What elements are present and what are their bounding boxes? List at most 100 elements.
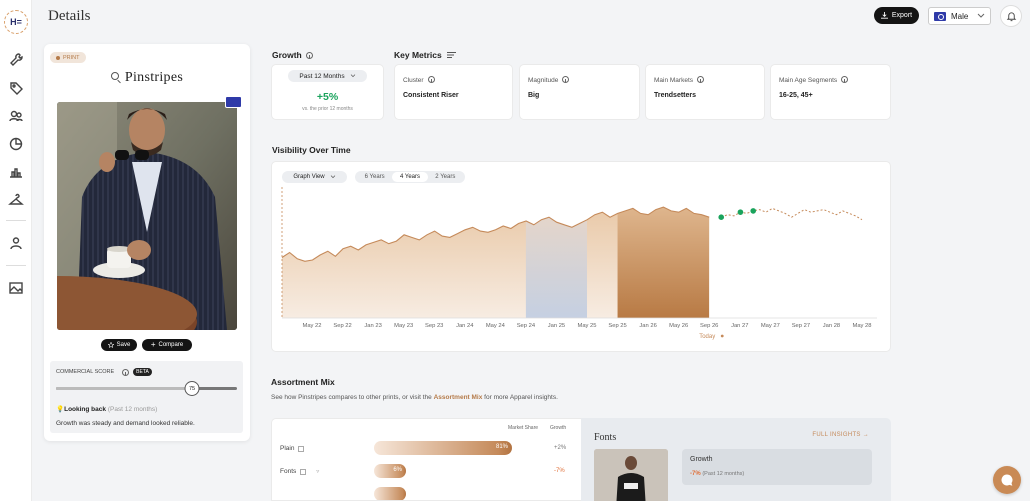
- chat-icon: [1001, 474, 1013, 486]
- assortment-row-plain[interactable]: Plain: [280, 445, 305, 452]
- info-icon[interactable]: [305, 52, 313, 59]
- assortment-row-fonts[interactable]: Fonts ▿: [280, 468, 319, 475]
- tag-icon[interactable]: [8, 80, 24, 96]
- region-flag-icon: [934, 11, 946, 21]
- visibility-title: Visibility Over Time: [272, 145, 351, 155]
- forecast-point: [750, 208, 757, 214]
- x-tick-label: Jan 28: [823, 323, 840, 329]
- x-tick-label: Jan 25: [548, 323, 565, 329]
- x-tick-label: Sep 27: [792, 323, 810, 329]
- info-icon[interactable]: [427, 76, 435, 83]
- image-gallery-icon[interactable]: [8, 280, 24, 296]
- x-tick-label: Sep 22: [333, 323, 351, 329]
- key-metrics-title: Key Metrics: [394, 50, 457, 60]
- chat-button[interactable]: [993, 466, 1021, 494]
- gender-value: Male: [951, 11, 969, 21]
- visibility-chart: May 22 Sep 22 Jan 23 May 23 Sep 23 Jan 24 May …: [281, 187, 877, 340]
- info-icon[interactable]: [841, 76, 849, 83]
- growth-period-select[interactable]: Past 12 Months: [288, 70, 367, 82]
- fonts-panel: Fonts FULL INSIGHTS → Growth -7% (Past 1…: [581, 418, 891, 501]
- growth-subtext: vs. the prior 12 months: [302, 106, 353, 112]
- chevron-down-icon: [977, 13, 985, 18]
- x-tick-label: May 26: [669, 323, 688, 329]
- x-tick-label: May 23: [394, 323, 413, 329]
- list-icon[interactable]: [447, 52, 457, 58]
- export-label: Export: [891, 12, 913, 19]
- market-share-bar: [374, 487, 406, 500]
- compare-button[interactable]: + Compare: [142, 339, 192, 351]
- fonts-growth-card: Growth -7% (Past 12 months): [682, 449, 872, 485]
- x-tick-label: Sep 26: [700, 323, 718, 329]
- wrench-icon[interactable]: [8, 52, 24, 68]
- assortment-mix-link[interactable]: Assortment Mix: [434, 394, 483, 401]
- save-button[interactable]: Save: [101, 339, 137, 351]
- save-label: Save: [116, 342, 131, 348]
- assortment-table: Market Share Growth Plain 81% +2% Fonts ▿…: [271, 418, 581, 501]
- market-share-bar: 81%: [374, 441, 512, 455]
- plus-icon: +: [150, 340, 156, 349]
- assortment-title: Assortment Mix: [271, 377, 335, 387]
- print-badge: PRINT: [50, 52, 86, 63]
- forecast-point: [737, 209, 744, 215]
- external-link-icon[interactable]: [298, 445, 305, 452]
- x-tick-label: May 27: [761, 323, 780, 329]
- info-icon[interactable]: [697, 76, 705, 83]
- fonts-growth-label: Growth: [690, 456, 713, 463]
- full-insights-link[interactable]: FULL INSIGHTS →: [812, 432, 869, 438]
- assortment-description: See how Pinstripes compares to other pri…: [271, 394, 558, 401]
- x-tick-label: Jan 26: [639, 323, 656, 329]
- export-button[interactable]: Export: [874, 7, 919, 24]
- chevron-down-icon[interactable]: ▿: [316, 468, 319, 475]
- fonts-image: [594, 449, 668, 501]
- user-icon[interactable]: [8, 235, 24, 251]
- commercial-score-fill: [56, 387, 192, 390]
- side-nav: H=: [0, 0, 32, 501]
- chevron-down-icon: [350, 74, 355, 78]
- fonts-growth-value: -7% (Past 12 months): [690, 471, 745, 477]
- brand-logo-icon[interactable]: H=: [4, 10, 28, 34]
- growth-value: -7%: [554, 468, 565, 474]
- forecast-point: [718, 214, 725, 220]
- metric-card-magnitude: Magnitude Big: [519, 64, 640, 120]
- globe-badge-icon[interactable]: [225, 96, 242, 108]
- bar-chart-icon[interactable]: [8, 164, 24, 180]
- highlight-range-2: [617, 207, 710, 318]
- growth-title: Growth: [272, 50, 313, 60]
- metric-value: Consistent Riser: [403, 92, 459, 99]
- growth-value: +5%: [316, 91, 339, 103]
- col-market-share: Market Share: [508, 425, 539, 431]
- pie-chart-icon[interactable]: [8, 136, 24, 152]
- x-tick-label: May 22: [302, 323, 321, 329]
- growth-card: Past 12 Months +5% vs. the prior 12 mont…: [271, 64, 384, 120]
- info-icon[interactable]: [122, 368, 130, 376]
- external-link-icon[interactable]: [300, 468, 307, 475]
- fonts-title: Fonts: [594, 432, 617, 443]
- x-tick-label: Sep 24: [517, 323, 536, 329]
- commercial-score-label: COMMERCIAL SCORE BETA: [56, 368, 152, 376]
- notifications-button[interactable]: [1000, 5, 1022, 27]
- x-tick-label: May 25: [577, 323, 596, 329]
- today-marker: [720, 334, 724, 338]
- print-title: Pinstripes: [44, 70, 250, 86]
- metric-card-cluster: Cluster Consistent Riser: [394, 64, 513, 120]
- x-tick-label: Jan 23: [364, 323, 381, 329]
- commercial-score-track: 75: [56, 381, 237, 396]
- looking-back-title: 💡Looking back (Past 12 months): [56, 406, 158, 413]
- users-icon[interactable]: [8, 108, 24, 124]
- market-share-bar: 6%: [374, 464, 406, 478]
- download-icon: [880, 12, 888, 19]
- search-icon[interactable]: [110, 72, 119, 80]
- x-tick-label: May 28: [852, 323, 871, 329]
- beta-badge: BETA: [133, 368, 152, 376]
- commercial-score-panel: COMMERCIAL SCORE BETA 75 💡Looking back (…: [50, 361, 243, 433]
- growth-value: +2%: [554, 445, 567, 451]
- hanger-icon[interactable]: [8, 192, 24, 208]
- lightbulb-icon: 💡: [56, 406, 65, 413]
- metric-card-age-segments: Main Age Segments 16-25, 45+: [770, 64, 891, 120]
- commercial-score-knob[interactable]: 75: [184, 381, 200, 396]
- gender-select[interactable]: Male: [928, 7, 991, 25]
- bell-icon: [1006, 11, 1016, 21]
- x-tick-label: Sep 23: [425, 323, 443, 329]
- x-tick-label: Jan 24: [456, 323, 474, 329]
- info-icon[interactable]: [562, 76, 570, 83]
